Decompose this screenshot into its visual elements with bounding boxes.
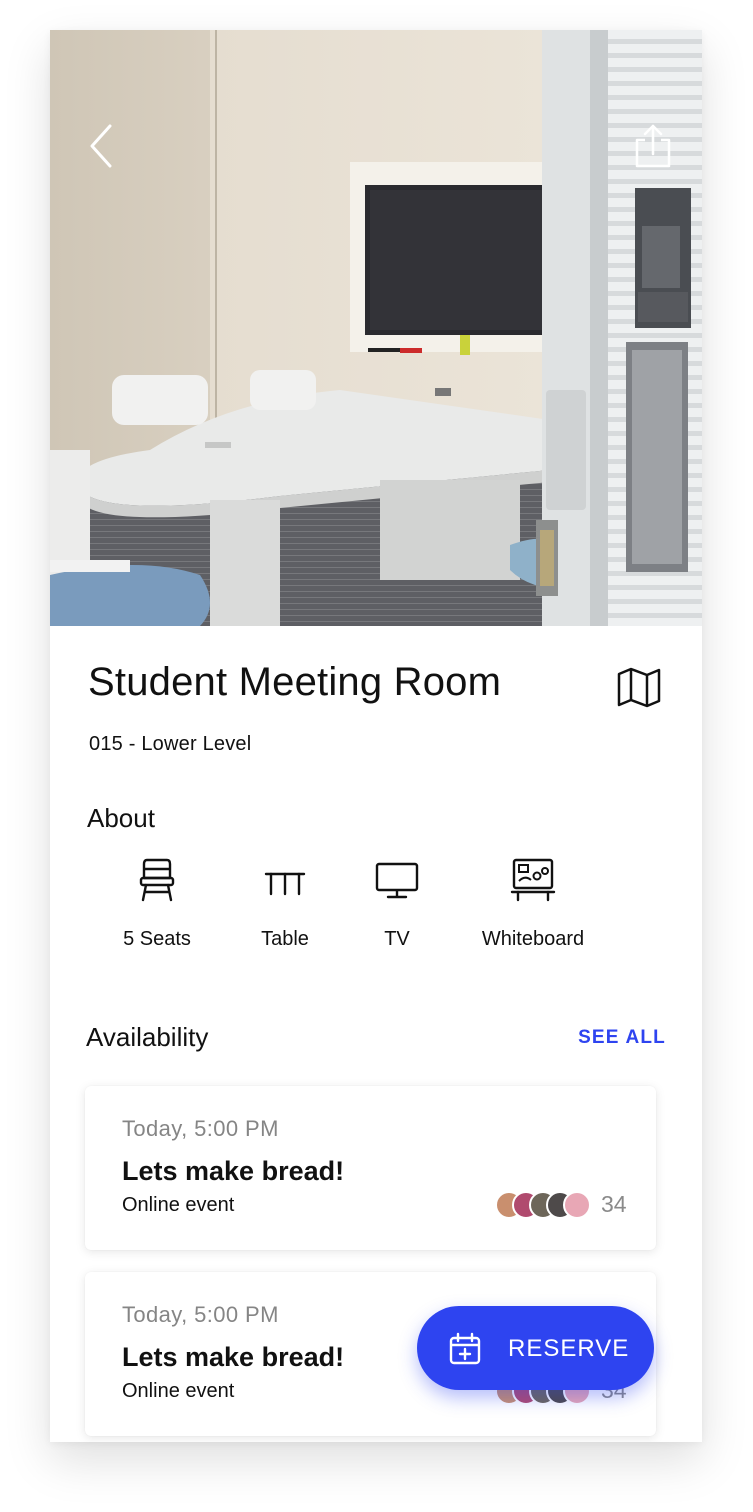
share-icon	[635, 124, 671, 168]
event-time: Today, 5:00 PM	[122, 1116, 279, 1141]
about-heading: About	[87, 803, 155, 833]
reserve-label: RESERVE	[508, 1335, 630, 1362]
attendee-avatars	[495, 1191, 591, 1219]
attendee-count: 34	[601, 1191, 627, 1217]
chair-icon	[139, 858, 175, 902]
room-location: 015 - Lower Level	[89, 733, 252, 755]
event-time: Today, 5:00 PM	[122, 1302, 279, 1327]
reserve-button[interactable]: RESERVE	[417, 1306, 654, 1390]
event-type: Online event	[122, 1194, 235, 1216]
whiteboard-icon	[510, 858, 556, 902]
share-button[interactable]	[632, 122, 674, 172]
tv-icon	[375, 862, 419, 899]
room-detail-screen: Student Meeting Room 015 - Lower Level A…	[50, 30, 702, 1442]
map-icon	[617, 667, 661, 708]
amenity-whiteboard-label: Whiteboard	[481, 928, 585, 950]
map-button[interactable]	[616, 666, 662, 708]
amenity-tv-label: TV	[384, 928, 410, 950]
chevron-left-icon	[90, 124, 112, 168]
event-type: Online event	[122, 1380, 235, 1402]
availability-heading: Availability	[86, 1022, 209, 1052]
room-title: Student Meeting Room	[88, 660, 502, 704]
room-photo-illustration	[50, 30, 702, 626]
back-button[interactable]	[84, 122, 124, 170]
table-icon	[264, 872, 306, 896]
amenity-seats: 5 Seats	[87, 856, 227, 951]
event-card[interactable]: Today, 5:00 PM Lets make bread! Online e…	[85, 1086, 656, 1250]
room-photo	[50, 30, 702, 626]
amenity-tv: TV	[327, 856, 467, 951]
event-title: Lets make bread!	[122, 1342, 345, 1372]
amenity-whiteboard: Whiteboard	[463, 856, 603, 951]
calendar-plus-icon	[449, 1332, 481, 1365]
amenity-seats-label: 5 Seats	[123, 928, 191, 950]
see-all-link[interactable]: SEE ALL	[578, 1027, 666, 1049]
event-title: Lets make bread!	[122, 1156, 345, 1186]
